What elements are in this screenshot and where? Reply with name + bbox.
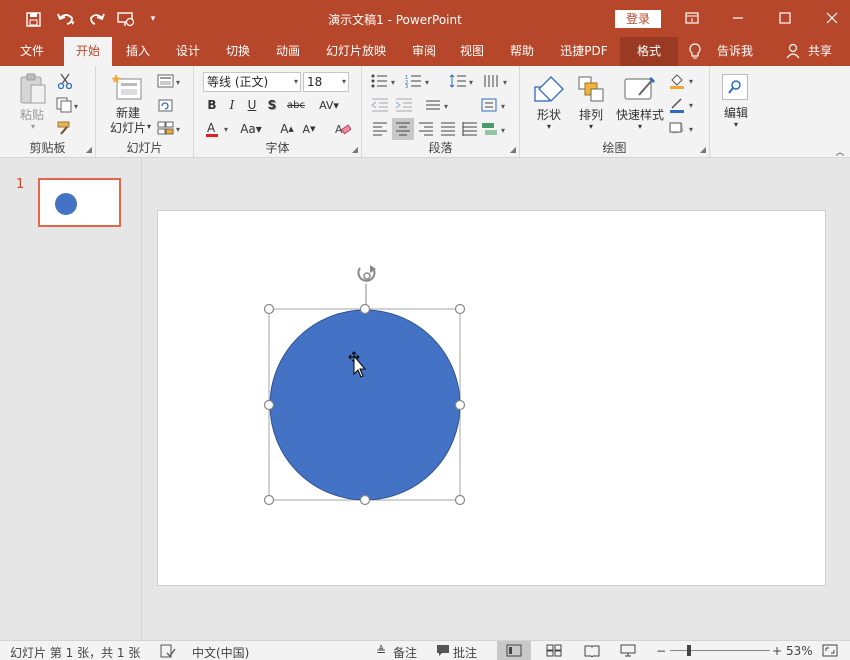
zoom-in-icon[interactable]: +	[772, 644, 782, 658]
resize-handle-bottom-left[interactable]	[263, 494, 275, 506]
resize-handle-top[interactable]	[359, 303, 371, 315]
spell-check-icon[interactable]	[160, 644, 176, 658]
comments-button[interactable]: 批注	[453, 644, 477, 660]
rotate-handle-icon[interactable]	[357, 265, 376, 282]
notes-button[interactable]: 备注	[393, 644, 417, 660]
circle-shape[interactable]	[269, 309, 461, 501]
resize-handle-right[interactable]	[454, 399, 466, 411]
reading-view-icon[interactable]	[584, 644, 600, 657]
resize-handle-top-left[interactable]	[263, 303, 275, 315]
slideshow-view-icon[interactable]	[620, 644, 636, 657]
resize-handle-bottom[interactable]	[359, 494, 371, 506]
notes-icon[interactable]: ≜	[376, 644, 386, 658]
fit-to-window-icon[interactable]	[822, 644, 838, 657]
comments-icon[interactable]	[436, 644, 450, 657]
resize-handle-top-right[interactable]	[454, 303, 466, 315]
resize-handle-bottom-right[interactable]	[454, 494, 466, 506]
zoom-out-icon[interactable]: −	[656, 644, 666, 658]
slide-sorter-icon[interactable]	[546, 644, 562, 657]
zoom-level[interactable]: 53%	[786, 644, 813, 658]
status-bar: 幻灯片 第 1 张，共 1 张 中文(中国) ≜ 备注 批注 − + 53%	[0, 640, 850, 660]
slide-info[interactable]: 幻灯片 第 1 张，共 1 张	[10, 644, 140, 660]
selected-shape-layer	[263, 265, 466, 506]
language[interactable]: 中文(中国)	[192, 644, 249, 660]
normal-view-icon[interactable]	[497, 641, 531, 660]
zoom-slider-thumb[interactable]	[687, 645, 691, 656]
zoom-slider[interactable]	[670, 650, 770, 651]
resize-handle-left[interactable]	[263, 399, 275, 411]
